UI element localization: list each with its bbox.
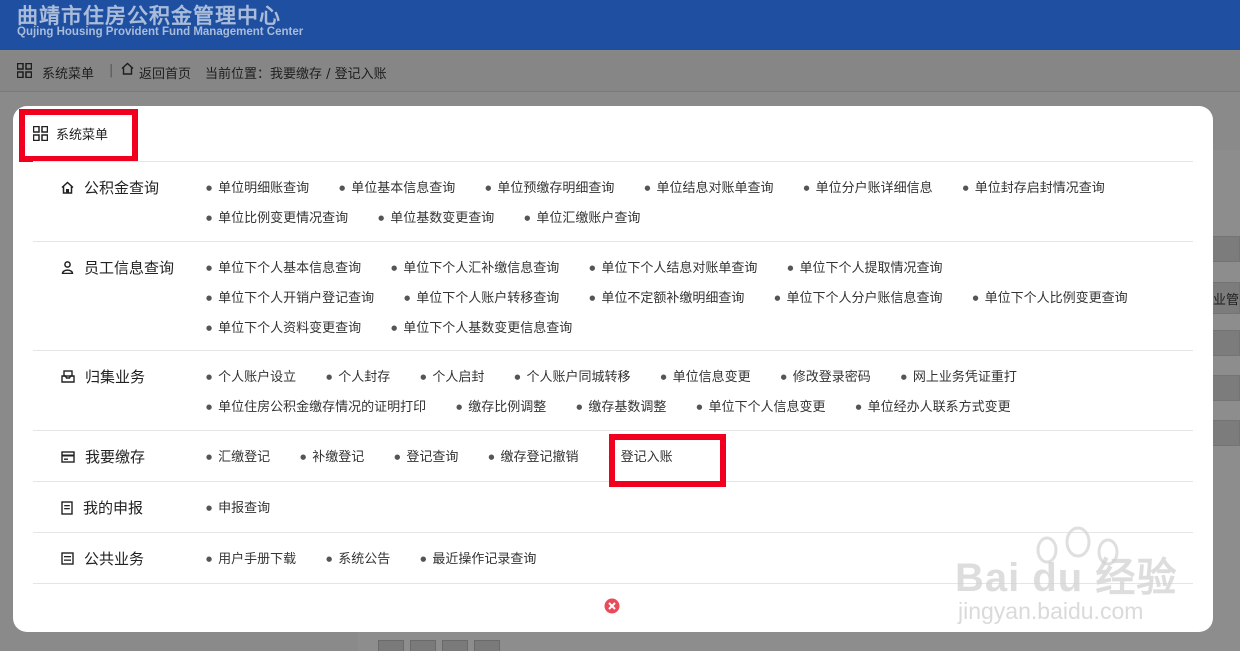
section-title: 员工信息查询 [84, 259, 175, 277]
menu-link[interactable]: 汇缴登记 [206, 449, 270, 468]
background-strip [1212, 420, 1240, 446]
menu-link[interactable]: 单位下个人基数变更信息查询 [391, 320, 572, 339]
menu-link[interactable]: 单位下个人账户转移查询 [404, 290, 559, 309]
menu-link[interactable]: 补缴登记 [300, 449, 364, 468]
menu-link[interactable]: 单位下个人信息变更 [696, 399, 825, 418]
background-strip [1212, 236, 1240, 262]
menu-link[interactable]: 单位下个人开销户登记查询 [206, 290, 374, 309]
pager-button [474, 640, 500, 651]
section-header: 归集业务 [61, 366, 145, 387]
user-icon [61, 261, 74, 274]
watermark-url: jingyan.baidu.com [958, 598, 1144, 624]
list-icon [61, 552, 74, 565]
section-collection-business: 归集业务 个人账户设立 个人封存 个人启封 个人账户同城转移 单位信息变更 修改… [33, 351, 1193, 431]
topbar-divider: | [109, 63, 114, 78]
section-links: 单位下个人基本信息查询 单位下个人汇补缴信息查询 单位下个人结息对账单查询 单位… [206, 260, 1166, 339]
background-strip [1212, 375, 1240, 401]
site-subtitle: Qujing Housing Provident Fund Management… [17, 26, 304, 38]
menu-link[interactable]: 单位下个人汇补缴信息查询 [391, 260, 559, 279]
section-title: 公共业务 [84, 550, 145, 568]
menu-link[interactable]: 网上业务凭证重打 [901, 369, 1017, 388]
menu-link[interactable]: 申报查询 [206, 500, 270, 519]
site-header: 曲靖市住房公积金管理中心 Qujing Housing Provident Fu… [0, 0, 1240, 50]
section-title: 我要缴存 [85, 448, 146, 466]
close-icon [604, 598, 620, 618]
menu-link[interactable]: 单位分户账详细信息 [804, 180, 933, 199]
menu-link[interactable]: 个人启封 [420, 369, 484, 388]
menu-link[interactable]: 单位下个人结息对账单查询 [589, 260, 757, 279]
close-button[interactable] [604, 598, 620, 614]
menu-link[interactable]: 个人封存 [326, 369, 390, 388]
menu-link[interactable]: 单位下个人提取情况查询 [787, 260, 942, 279]
menu-link[interactable]: 单位信息变更 [661, 369, 751, 388]
section-links: 单位明细账查询 单位基本信息查询 单位预缴存明细查询 单位结息对账单查询 单位分… [206, 180, 1166, 229]
menu-link[interactable]: 缴存比例调整 [456, 399, 546, 418]
menu-link[interactable]: 用户手册下载 [206, 551, 296, 570]
background-strip [1212, 330, 1240, 356]
card-icon [61, 450, 75, 463]
system-menu-link[interactable]: 系统菜单 [42, 63, 94, 82]
menu-link[interactable]: 缴存基数调整 [576, 399, 666, 418]
menu-link[interactable]: 登记查询 [394, 449, 458, 468]
section-header: 公积金查询 [61, 177, 159, 198]
section-header: 我的申报 [61, 497, 143, 518]
pager-button [442, 640, 468, 651]
menu-link[interactable]: 单位下个人分户账信息查询 [774, 290, 942, 309]
menu-link[interactable]: 单位封存启封情况查询 [963, 180, 1105, 199]
menu-link[interactable]: 最近操作记录查询 [420, 551, 536, 570]
section-title: 我的申报 [83, 499, 144, 517]
highlight-box-title [19, 109, 138, 162]
section-links: 个人账户设立 个人封存 个人启封 个人账户同城转移 单位信息变更 修改登录密码 … [206, 369, 1166, 418]
menu-link[interactable]: 单位不定额补缴明细查询 [589, 290, 744, 309]
menu-link[interactable]: 单位下个人资料变更查询 [206, 320, 361, 339]
menu-link[interactable]: 单位结息对账单查询 [644, 180, 773, 199]
watermark-brand: Bai du 经验 [955, 556, 1178, 600]
menu-link[interactable]: 单位基数变更查询 [378, 210, 494, 229]
background-side-text: 业管 [1213, 293, 1240, 308]
menu-link[interactable]: 单位下个人基本信息查询 [206, 260, 361, 279]
menu-link[interactable]: 单位下个人比例变更查询 [973, 290, 1128, 309]
pager-button [378, 640, 404, 651]
breadcrumb: 当前位置：我要缴存 / 登记入账 [205, 67, 387, 82]
section-title: 公积金查询 [84, 179, 160, 197]
section-fund-query: 公积金查询 单位明细账查询 单位基本信息查询 单位预缴存明细查询 单位结息对账单… [33, 162, 1193, 242]
menu-link[interactable]: 单位经办人联系方式变更 [856, 399, 1011, 418]
menu-link[interactable]: 单位明细账查询 [206, 180, 309, 199]
menu-link[interactable]: 单位住房公积金缴存情况的证明打印 [206, 399, 426, 418]
home-icon [61, 181, 74, 194]
menu-link[interactable]: 个人账户同城转移 [514, 369, 630, 388]
menu-link[interactable]: 个人账户设立 [206, 369, 296, 388]
menu-link[interactable]: 单位基本信息查询 [339, 180, 455, 199]
menu-link[interactable]: 修改登录密码 [781, 369, 871, 388]
pager-button [410, 640, 436, 651]
menu-link[interactable]: 单位预缴存明细查询 [485, 180, 614, 199]
home-link[interactable]: 返回首页 [139, 63, 191, 82]
menu-link[interactable]: 单位比例变更情况查询 [206, 210, 348, 229]
section-links: 申报查询 [206, 500, 1166, 519]
menu-link[interactable]: 缴存登记撤销 [488, 449, 578, 468]
home-icon [121, 62, 134, 79]
inbox-icon [61, 370, 75, 383]
menu-link[interactable]: 单位汇缴账户查询 [524, 210, 640, 229]
grid-icon [16, 62, 33, 82]
top-nav-bar: 系统菜单 | 返回首页 当前位置：我要缴存 / 登记入账 [0, 50, 1240, 92]
section-employee-query: 员工信息查询 单位下个人基本信息查询 单位下个人汇补缴信息查询 单位下个人结息对… [33, 242, 1193, 351]
section-title: 归集业务 [85, 368, 146, 386]
section-header: 员工信息查询 [61, 257, 174, 278]
section-header: 公共业务 [61, 548, 144, 569]
highlight-box-register-posting [609, 434, 726, 487]
document-icon [61, 500, 73, 515]
menu-link[interactable]: 系统公告 [326, 551, 390, 570]
section-header: 我要缴存 [61, 446, 145, 467]
